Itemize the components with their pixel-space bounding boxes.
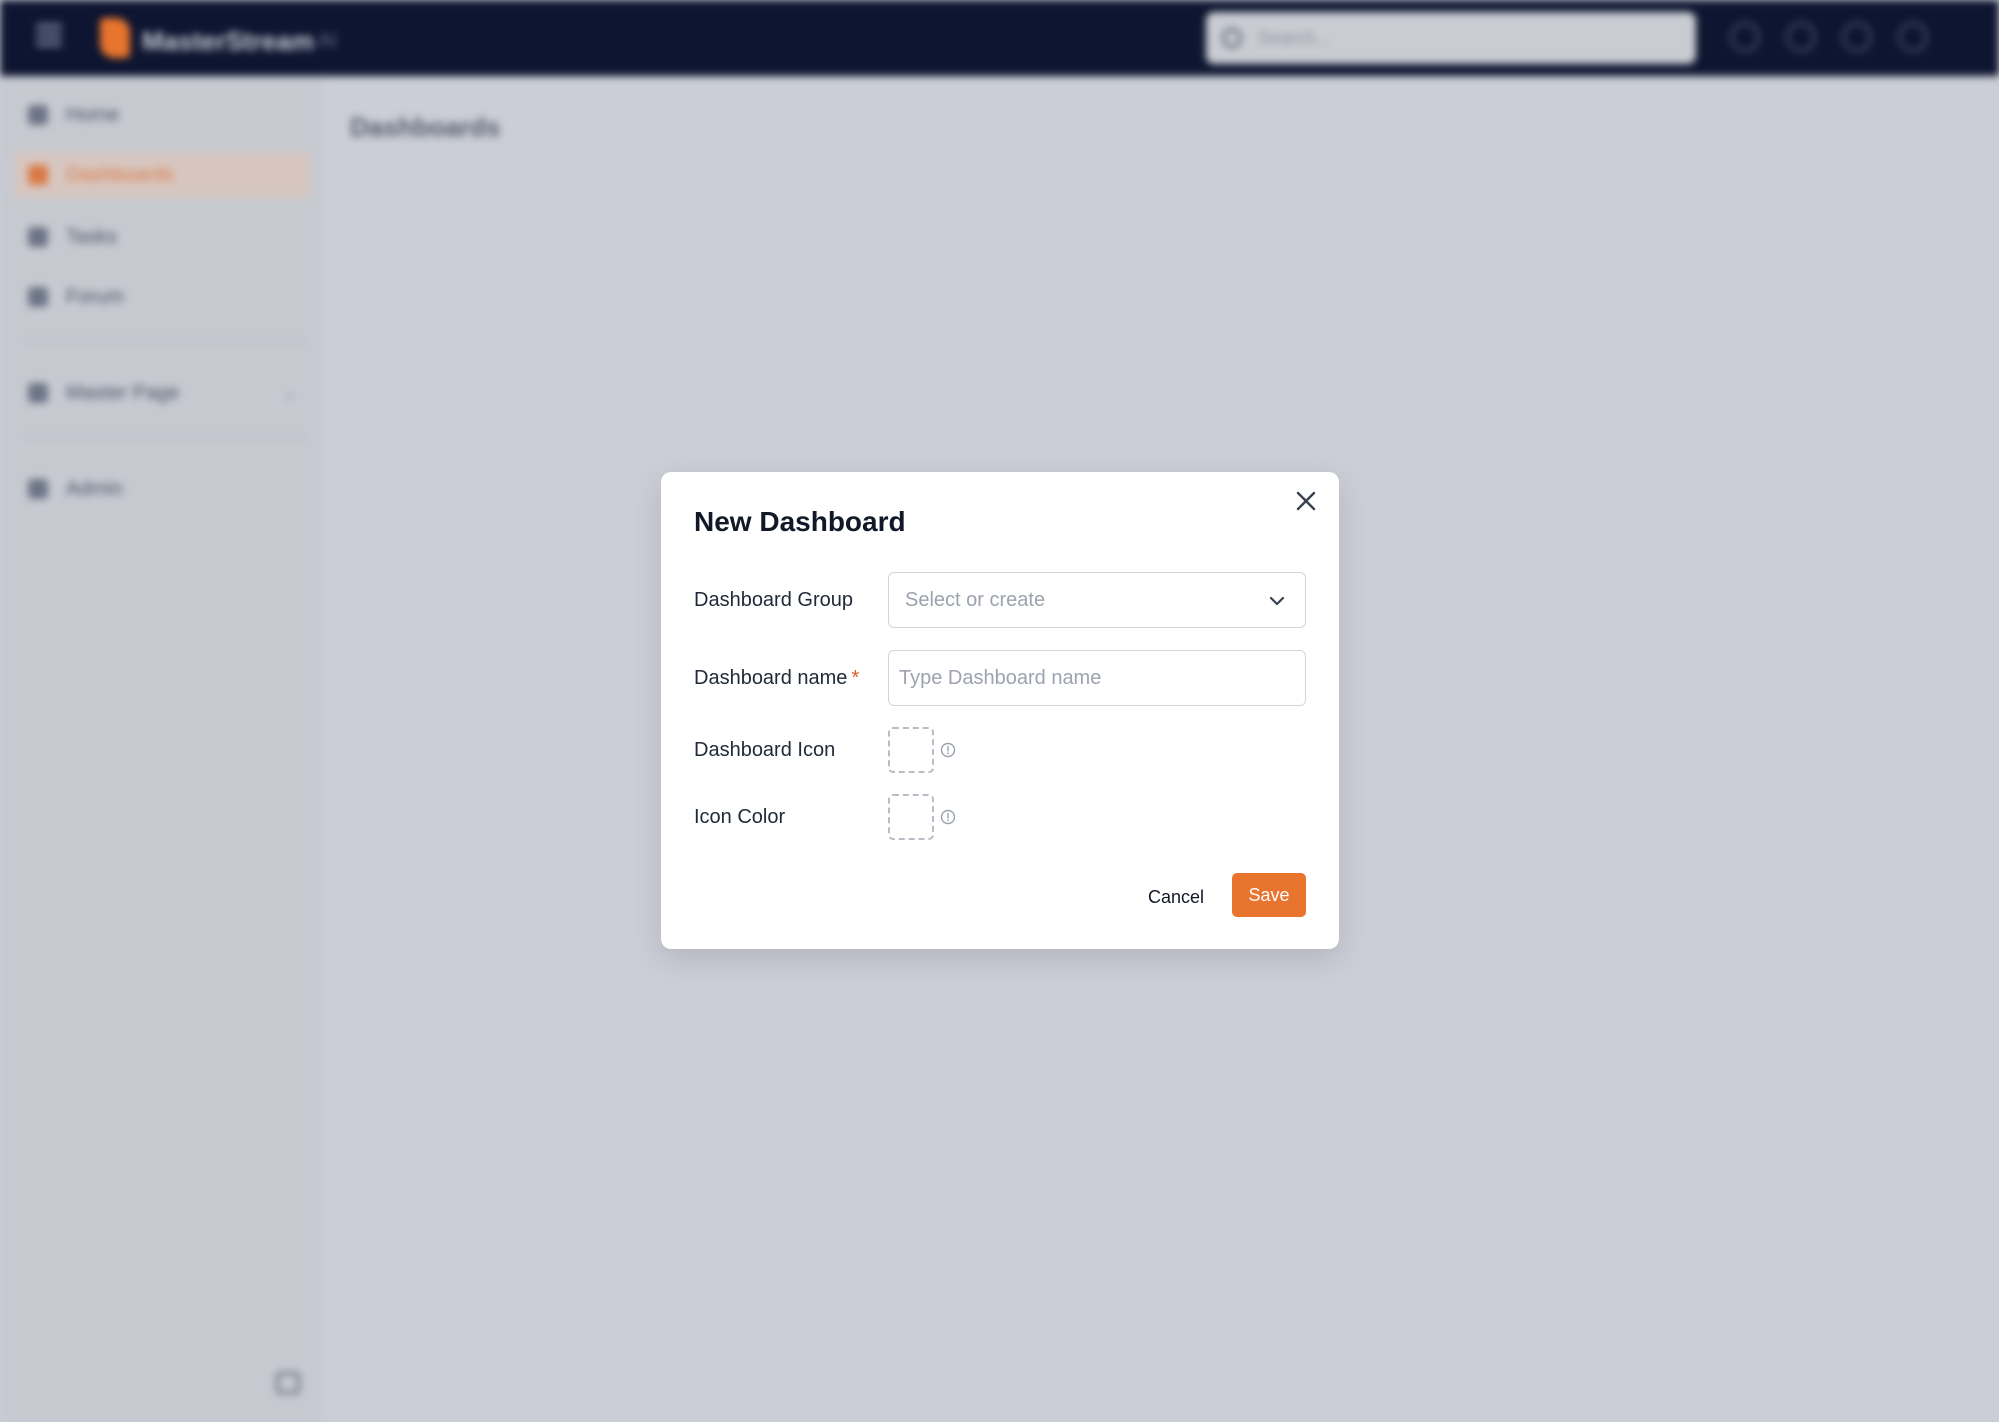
help-icon[interactable]	[1730, 22, 1760, 52]
close-button[interactable]	[1289, 484, 1323, 518]
sidebar-divider	[24, 436, 306, 438]
dashboard-icon-label: Dashboard Icon	[694, 739, 836, 761]
home-icon	[28, 105, 48, 125]
collapse-sidebar-icon[interactable]	[276, 1372, 300, 1394]
dialog-title: New Dashboard	[694, 506, 906, 537]
close-icon	[1296, 491, 1316, 511]
sidebar-item-admin[interactable]: Admin	[14, 466, 310, 512]
top-bar: MasterStream AI Search...	[0, 0, 1999, 76]
global-search-placeholder: Search...	[1258, 28, 1331, 48]
sidebar-item-label: Admin	[66, 478, 123, 500]
chevron-down-icon	[1269, 596, 1285, 606]
brand-name: MasterStream	[142, 26, 314, 56]
required-mark: *	[851, 667, 860, 689]
sidebar-item-dashboards[interactable]: Dashboards	[14, 152, 310, 198]
info-icon[interactable]	[940, 809, 956, 825]
logo-icon	[100, 18, 130, 58]
save-button[interactable]: Save	[1232, 873, 1306, 917]
sidebar-item-label: Tasks	[66, 226, 118, 248]
icon-color-label: Icon Color	[694, 806, 786, 828]
icon-color-picker[interactable]	[888, 794, 934, 840]
notifications-icon[interactable]	[1842, 22, 1872, 52]
sidebar-item-label: Forum	[66, 286, 124, 308]
sidebar-item-label: Dashboards	[66, 164, 174, 186]
dashboard-group-select[interactable]: Select or create	[888, 572, 1306, 628]
dashboard-name-label-text: Dashboard name	[694, 667, 848, 689]
admin-icon	[28, 479, 48, 499]
sidebar-item-label: Home	[66, 104, 120, 126]
sidebar-item-tasks[interactable]: Tasks	[14, 214, 310, 260]
global-search-input[interactable]: Search...	[1206, 12, 1696, 64]
sidebar-item-forum[interactable]: Forum	[14, 274, 310, 320]
sidebar-item-label: Master Page	[66, 382, 180, 404]
dashboard-icon	[28, 165, 48, 185]
forum-icon	[28, 287, 48, 307]
sidebar-item-home[interactable]: Home	[14, 92, 310, 138]
folder-icon	[28, 383, 48, 403]
cancel-button[interactable]: Cancel	[1139, 875, 1213, 919]
new-dashboard-dialog: New Dashboard Dashboard Group Select or …	[661, 472, 1339, 949]
info-icon[interactable]	[940, 742, 956, 758]
menu-icon[interactable]	[36, 24, 62, 50]
brand-suffix: AI	[318, 30, 337, 52]
page-title: Dashboards	[350, 112, 501, 142]
search-icon	[1222, 28, 1242, 48]
settings-icon[interactable]	[1786, 22, 1816, 52]
chevron-down-icon: ⌄	[282, 386, 296, 403]
dashboard-group-label: Dashboard Group	[694, 589, 853, 611]
user-icon[interactable]	[1898, 22, 1928, 52]
sidebar: Home Dashboards Tasks Forum Master Page …	[0, 76, 322, 1422]
tasks-icon	[28, 227, 48, 247]
dashboard-group-placeholder: Select or create	[905, 589, 1046, 611]
dashboard-icon-picker[interactable]	[888, 727, 934, 773]
dashboard-name-label: Dashboard name *	[694, 667, 859, 690]
sidebar-divider	[24, 340, 306, 342]
sidebar-item-master-page[interactable]: Master Page ⌄	[14, 370, 310, 416]
dashboard-name-input[interactable]	[888, 650, 1306, 706]
